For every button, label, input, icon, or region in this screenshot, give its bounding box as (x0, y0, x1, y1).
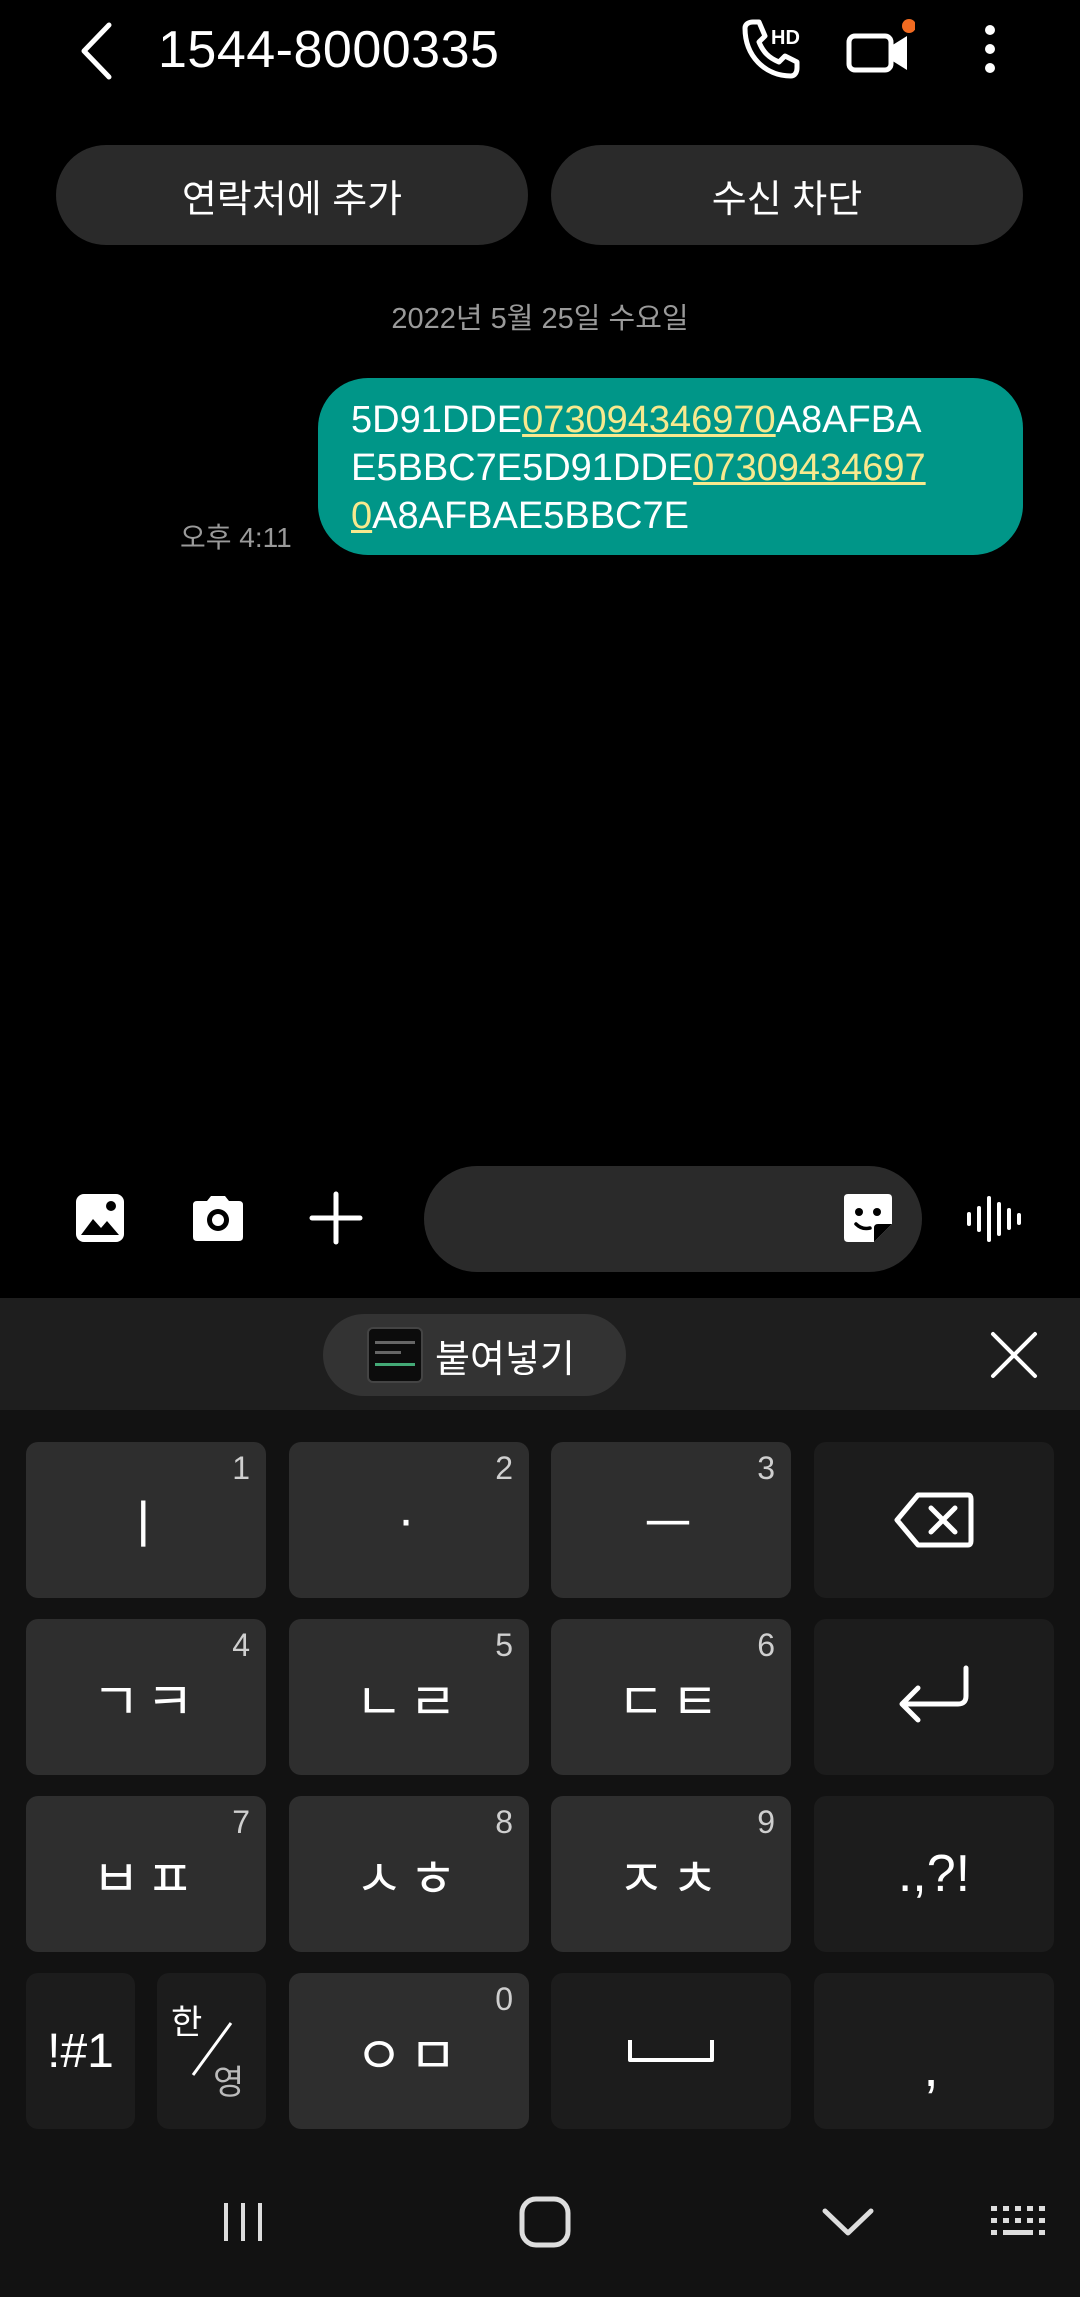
message-text: A8AFBAE5BBC7E (372, 495, 689, 537)
key-number: 9 (757, 1804, 775, 1840)
space-bar-icon (628, 2040, 714, 2062)
message-text: A8AFBA (775, 399, 922, 441)
key-label: ㅡ (644, 1496, 698, 1555)
key-label: ㅅㅎ (355, 1850, 463, 1909)
home-icon (519, 2196, 571, 2248)
chevron-down-icon (822, 2208, 874, 2236)
hide-keyboard-button[interactable] (808, 2192, 888, 2252)
key-9[interactable]: ㅈㅊ 9 (551, 1796, 791, 1952)
key-number: 6 (757, 1627, 775, 1663)
sticker-button[interactable] (840, 1190, 896, 1246)
video-camera-icon (846, 19, 916, 73)
phone-number-link[interactable]: 0 (351, 495, 372, 537)
hd-call-button[interactable]: HD (735, 14, 805, 84)
key-6[interactable]: ㄷㅌ 6 (551, 1619, 791, 1775)
key-label: .,?! (897, 1845, 971, 1903)
punctuation-key[interactable]: .,?! (814, 1796, 1054, 1952)
key-label: !#1 (47, 2024, 114, 2078)
camera-icon (193, 1196, 243, 1241)
conversation-title: 1544-8000335 (158, 21, 500, 79)
key-label: ㄷㅌ (617, 1673, 725, 1732)
key-0[interactable]: ㅇㅁ 0 (289, 1973, 529, 2129)
key-number: 1 (232, 1450, 250, 1486)
message-line: E5BBC7E5D91DDE07309434697 (351, 444, 993, 492)
message-bubble[interactable]: 5D91DDE073094346970A8AFBA E5BBC7E5D91DDE… (318, 378, 1023, 555)
keyboard-icon (991, 2206, 1045, 2235)
key-label-english: 영 (213, 2064, 245, 2102)
voice-record-button[interactable] (960, 1184, 1030, 1254)
key-label: ㅈㅊ (617, 1850, 725, 1909)
add-to-contacts-button[interactable]: 연락처에 추가 (56, 145, 528, 245)
phone-icon: HD (742, 19, 800, 79)
key-label: ㄱㅋ (92, 1673, 200, 1732)
enter-key[interactable] (814, 1619, 1054, 1775)
key-4[interactable]: ㄱㅋ 4 (26, 1619, 266, 1775)
key-label: ㅣ (119, 1496, 173, 1555)
phone-number-link[interactable]: 073094346970 (522, 399, 776, 441)
key-number: 4 (232, 1627, 250, 1663)
close-toolbar-button[interactable] (985, 1326, 1043, 1384)
key-label: ㅇㅁ (355, 2027, 463, 2086)
key-label: ㅂㅍ (92, 1850, 200, 1909)
compose-bar (0, 1160, 1080, 1280)
key-2[interactable]: · 2 (289, 1442, 529, 1598)
key-7[interactable]: ㅂㅍ 7 (26, 1796, 266, 1952)
voice-waveform-icon (967, 1196, 1021, 1242)
phone-number-link[interactable]: 07309434697 (693, 447, 925, 489)
comma-key[interactable]: , (814, 1973, 1054, 2129)
back-button[interactable] (66, 16, 126, 86)
key-number: 2 (495, 1450, 513, 1486)
paste-suggestion-chip[interactable]: 붙여넣기 (323, 1314, 626, 1396)
key-number: 0 (495, 1981, 513, 2017)
plus-icon (309, 1191, 363, 1245)
message-line: 0A8AFBAE5BBC7E (351, 492, 993, 540)
video-call-button[interactable] (845, 18, 916, 80)
key-number: 5 (495, 1627, 513, 1663)
attach-more-button[interactable] (300, 1182, 372, 1254)
backspace-icon (894, 1492, 974, 1548)
chevron-left-icon (81, 22, 112, 80)
keyboard-toolbar: 붙여넣기 (0, 1298, 1080, 1410)
home-button[interactable] (505, 2192, 585, 2252)
space-key[interactable] (551, 1973, 791, 2129)
recents-icon (224, 2203, 262, 2241)
symbols-key[interactable]: !#1 (26, 1973, 135, 2129)
block-number-button[interactable]: 수신 차단 (551, 145, 1023, 245)
sticker-icon (844, 1194, 892, 1242)
message-line: 5D91DDE073094346970A8AFBA (351, 396, 993, 444)
backspace-key[interactable] (814, 1442, 1054, 1598)
message-text: 5D91DDE (351, 399, 523, 441)
enter-icon (899, 1665, 969, 1723)
system-navigation-bar (0, 2137, 1080, 2297)
recent-apps-button[interactable] (203, 2192, 283, 2252)
key-number: 7 (232, 1804, 250, 1840)
keyboard: ㅣ 1 · 2 ㅡ 3 ㄱㅋ 4 ㄴㄹ 5 ㄷㅌ 6 ㅂㅍ 7 ㅅㅎ 8 ㅈㅊ … (0, 1410, 1080, 2137)
key-3[interactable]: ㅡ 3 (551, 1442, 791, 1598)
notification-dot (902, 19, 916, 33)
key-5[interactable]: ㄴㄹ 5 (289, 1619, 529, 1775)
message-timestamp: 오후 4:11 (180, 522, 292, 553)
gallery-button[interactable] (64, 1182, 136, 1254)
key-label: · (397, 1491, 421, 1549)
more-options-button[interactable] (975, 18, 1005, 80)
svg-text:HD: HD (771, 27, 800, 49)
paste-label: 붙여넣기 (435, 1338, 575, 1381)
key-number: 3 (757, 1450, 775, 1486)
camera-button[interactable] (182, 1182, 254, 1254)
date-divider: 2022년 5월 25일 수요일 (391, 303, 689, 335)
key-1[interactable]: ㅣ 1 (26, 1442, 266, 1598)
message-text: E5BBC7E5D91DDE (351, 447, 694, 489)
key-label: , (923, 2034, 945, 2098)
language-toggle-key[interactable]: 한 영 (157, 1973, 266, 2129)
more-vertical-icon (985, 25, 995, 73)
key-8[interactable]: ㅅㅎ 8 (289, 1796, 529, 1952)
clipboard-thumbnail (367, 1327, 423, 1383)
key-label: ㄴㄹ (355, 1673, 463, 1732)
top-bar: 1544-8000335 HD (0, 0, 1080, 100)
key-number: 8 (495, 1804, 513, 1840)
keyboard-switch-button[interactable] (980, 2192, 1060, 2252)
close-icon (991, 1332, 1037, 1378)
image-icon (76, 1194, 124, 1242)
